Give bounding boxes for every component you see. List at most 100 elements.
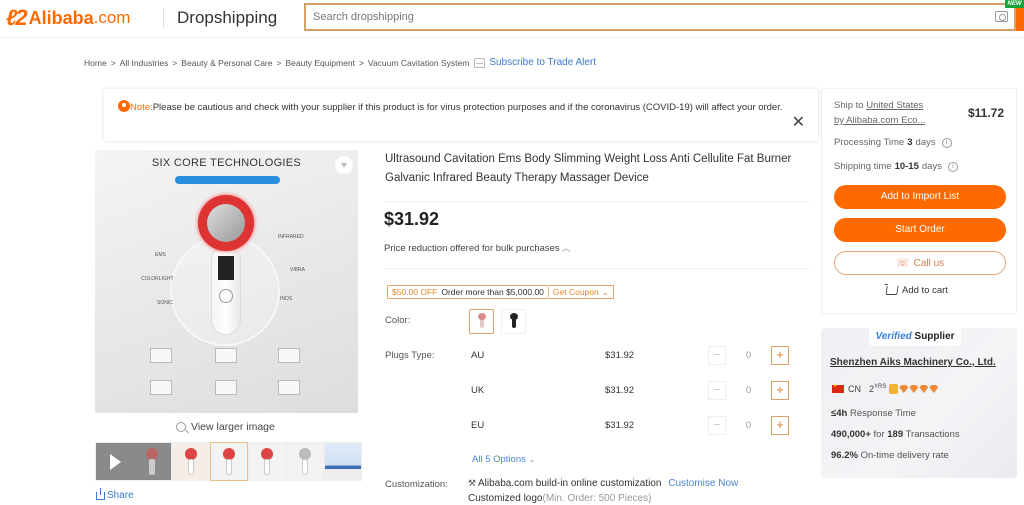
chevron-down-icon: ⌄ (528, 455, 536, 464)
chevron-up-icon: ︿ (561, 243, 571, 253)
shipping-method-link[interactable]: by Alibaba.com Eco... (834, 115, 925, 126)
share-link[interactable]: Share (96, 487, 134, 501)
transactions-amount: 490,000+ (831, 429, 871, 440)
coupon-discount: $50.00 OFF (392, 287, 438, 297)
quantity-stepper: − + (708, 416, 789, 435)
shipping-time-label: Shipping time (834, 161, 892, 172)
alibaba-logo[interactable]: ℓ2 Alibaba .com (6, 5, 131, 30)
chevron-down-icon: ⌄ (601, 286, 609, 297)
app-name[interactable]: Dropshipping (177, 8, 277, 28)
transactions: 490,000+ for 189 Transactions (831, 429, 960, 440)
thumbnail-graphic (149, 459, 155, 475)
share-label: Share (107, 490, 134, 501)
thumbnail-image[interactable] (324, 442, 362, 481)
processing-label: Processing Time (834, 137, 905, 148)
call-us-label: Call us (913, 258, 945, 269)
breadcrumb-beauty-personal-care[interactable]: Beauty & Personal Care (181, 58, 272, 68)
quantity-input[interactable] (726, 346, 771, 365)
heart-icon[interactable]: ♥ (335, 156, 353, 174)
view-larger-image-link[interactable]: View larger image (176, 421, 275, 433)
ship-to-country-link[interactable]: United States (866, 100, 923, 111)
zoom-in-icon (176, 422, 186, 432)
image-label: EMS (155, 252, 166, 258)
quantity-stepper: − + (708, 381, 789, 400)
thumbnail-graphic (226, 459, 232, 475)
share-icon (96, 487, 105, 500)
color-swatch-pink[interactable] (469, 309, 494, 334)
breadcrumb-separator: > (276, 57, 282, 68)
supplier-label: Supplier (911, 331, 955, 342)
covid-note-banner: Note:Please be cautious and check with y… (104, 89, 818, 141)
search-input[interactable] (306, 5, 986, 29)
note-text: Please be cautious and check with your s… (152, 102, 783, 113)
increment-button[interactable]: + (771, 381, 789, 400)
quantity-input[interactable] (726, 381, 771, 400)
device-head-graphic (198, 195, 254, 251)
customization-label: Customization: (385, 479, 448, 490)
color-swatch-black[interactable] (501, 309, 526, 334)
breadcrumb-vacuum-cavitation[interactable]: Vacuum Cavitation System (368, 58, 469, 68)
thumbnail-image[interactable] (172, 442, 210, 481)
thumbnail-image[interactable] (286, 442, 324, 481)
add-to-cart-button[interactable]: Add to cart (885, 285, 948, 296)
diamond-icon (899, 385, 909, 393)
divider (385, 201, 810, 202)
customise-now-link[interactable]: Customise Now (668, 478, 738, 489)
image-label: COLORLIGHT (141, 276, 174, 282)
get-coupon-button[interactable]: Get Coupon (549, 287, 599, 297)
plug-name: EU (471, 420, 485, 431)
camera-icon[interactable] (995, 11, 1008, 22)
thumbnail-image[interactable] (248, 442, 286, 481)
info-icon[interactable]: i (941, 137, 952, 148)
close-icon[interactable]: ✕ (792, 115, 805, 131)
ship-to-info: Ship to United States by Alibaba.com Eco… (834, 98, 925, 128)
start-order-button[interactable]: Start Order (834, 218, 1006, 242)
thumbnail-video[interactable] (95, 442, 172, 481)
quantity-input[interactable] (726, 416, 771, 435)
swatch-graphic (478, 313, 486, 320)
customization-text: Alibaba.com build-in online customizatio… (478, 478, 662, 489)
plug-name: UK (471, 385, 485, 396)
info-icon[interactable]: i (947, 161, 958, 172)
call-us-button[interactable]: ☏ Call us (834, 251, 1006, 275)
supplier-panel: Verified Supplier Shenzhen Aiks Machiner… (821, 328, 1017, 478)
feature-icon (150, 348, 172, 363)
product-main-image[interactable]: SIX CORE TECHNOLOGIES ♥ EMS COLORLIGHT S… (95, 150, 358, 413)
mail-alert-icon (474, 57, 486, 68)
response-value: ≤4h (831, 408, 848, 419)
supplier-name-link[interactable]: Shenzhen Aiks Machinery Co., Ltd. (830, 357, 996, 368)
plug-option-row: EU $31.92 − + (471, 416, 801, 436)
custom-logo-min-order: (Min. Order: 500 Pieces) (542, 493, 652, 504)
breadcrumb-all-industries[interactable]: All Industries (120, 58, 169, 68)
processing-value: 3 (907, 137, 913, 148)
decrement-button[interactable]: − (708, 346, 726, 365)
on-time-delivery: 96.2% On-time delivery rate (831, 450, 949, 461)
breadcrumb-beauty-equipment[interactable]: Beauty Equipment (285, 58, 354, 68)
supplier-country: CN (848, 384, 861, 394)
plug-price: $31.92 (605, 420, 635, 431)
thumbnail-image-selected[interactable] (210, 442, 248, 481)
feature-icon (215, 348, 237, 363)
custom-logo-label: Customized logo (468, 493, 543, 504)
logo-domain: .com (93, 8, 131, 27)
subscribe-trade-alert-link[interactable]: Subscribe to Trade Alert (489, 57, 596, 68)
add-to-import-list-button[interactable]: Add to Import List (834, 185, 1006, 209)
increment-button[interactable]: + (771, 346, 789, 365)
quantity-stepper: − + (708, 346, 789, 365)
decrement-button[interactable]: − (708, 416, 726, 435)
coupon-banner[interactable]: $50.00 OFF Order more than $5,000.00 Get… (387, 285, 614, 299)
decrement-button[interactable]: − (708, 381, 726, 400)
gold-supplier-icon (889, 384, 899, 394)
verified-label: Verified (875, 331, 912, 342)
china-flag-icon (832, 383, 844, 393)
breadcrumb-home[interactable]: Home (84, 58, 107, 68)
customization-info: ⚒ Alibaba.com build-in online customizati… (468, 478, 738, 489)
feature-icon (215, 380, 237, 395)
transactions-mid: for (870, 429, 888, 440)
bulk-note: Price reduction offered for bulk purchas… (384, 243, 560, 254)
breadcrumb: Home > All Industries > Beauty & Persona… (84, 57, 596, 68)
bulk-price-toggle[interactable]: Price reduction offered for bulk purchas… (384, 241, 571, 254)
increment-button[interactable]: + (771, 416, 789, 435)
all-options-label: All 5 Options (472, 454, 526, 465)
all-options-toggle[interactable]: All 5 Options ⌄ (472, 454, 536, 465)
